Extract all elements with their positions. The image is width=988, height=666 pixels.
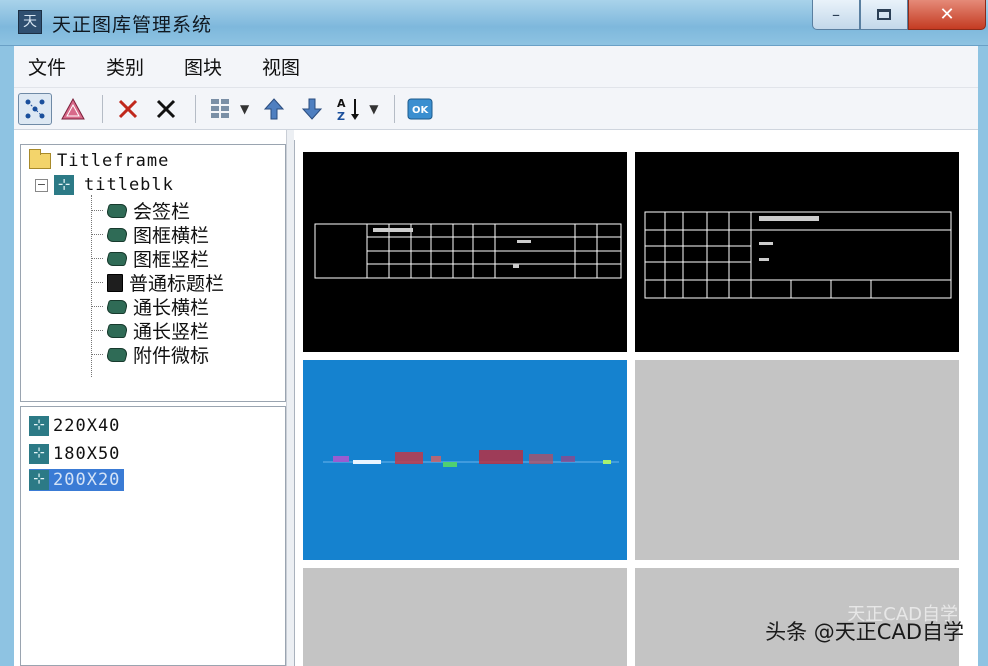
view-layout-button[interactable] bbox=[204, 93, 238, 125]
tree-node-label: titleblk bbox=[84, 175, 174, 195]
ok-icon: OK bbox=[407, 98, 433, 119]
tree-leaf-label: 图框横栏 bbox=[133, 225, 210, 247]
triangle-view-button[interactable] bbox=[56, 93, 90, 125]
app-logo-icon: 天 bbox=[18, 10, 42, 34]
book-icon bbox=[105, 299, 129, 314]
menu-category[interactable]: 类别 bbox=[102, 51, 148, 82]
folder-icon bbox=[29, 149, 51, 169]
watermark: 头条 @天正CAD自学 bbox=[765, 620, 964, 644]
move-down-button[interactable] bbox=[295, 93, 329, 125]
tree-leaf[interactable]: 通长横栏 bbox=[91, 293, 209, 320]
toolbar-separator bbox=[195, 94, 196, 123]
tree-leaf-label: 附件微标 bbox=[133, 345, 210, 367]
block-icon: ⊹ bbox=[54, 175, 74, 195]
window-frame-right bbox=[978, 46, 988, 666]
drawing-preview bbox=[323, 450, 619, 467]
tree-leaf-label: 通长竖栏 bbox=[133, 321, 210, 343]
list-item-label: 180X50 bbox=[53, 444, 121, 464]
view-layout-icon bbox=[211, 98, 229, 118]
list-item[interactable]: ⊹ 220X40 bbox=[29, 415, 124, 437]
book-icon bbox=[105, 227, 129, 242]
drawing-preview bbox=[644, 211, 952, 299]
menu-block[interactable]: 图块 bbox=[180, 51, 226, 82]
drawing-preview bbox=[314, 223, 622, 279]
preview-grid bbox=[294, 140, 974, 666]
window-controls: – ✕ bbox=[812, 0, 986, 32]
toolbar-separator bbox=[394, 94, 396, 123]
menu-bar: 文件 类别 图块 视图 bbox=[14, 46, 978, 88]
tree-leaf[interactable]: 图框横栏 bbox=[91, 221, 209, 248]
ok-button[interactable]: OK bbox=[403, 93, 437, 125]
tree-root[interactable]: Titleframe bbox=[29, 149, 170, 171]
preview-cell-empty[interactable] bbox=[635, 360, 959, 560]
sort-button[interactable]: A Z bbox=[333, 93, 367, 125]
list-item-label: 200X20 bbox=[53, 470, 121, 490]
svg-text:OK: OK bbox=[412, 105, 430, 116]
move-up-button[interactable] bbox=[257, 93, 291, 125]
toolbar: ▼ A Z ▼ OK bbox=[14, 88, 978, 130]
close-button[interactable]: ✕ bbox=[908, 0, 986, 30]
tree-leaf[interactable]: 附件微标 bbox=[91, 341, 209, 368]
menu-file[interactable]: 文件 bbox=[24, 51, 70, 82]
maximize-icon bbox=[877, 9, 891, 20]
tree-leaf[interactable]: 会签栏 bbox=[91, 197, 190, 224]
block-icon: ⊹ bbox=[29, 470, 49, 490]
tree-leaf-label: 图框竖栏 bbox=[133, 249, 210, 271]
preview-cell-empty[interactable] bbox=[303, 568, 627, 666]
select-mode-icon bbox=[25, 99, 45, 118]
maximize-button[interactable] bbox=[860, 0, 908, 30]
tree-node-titleblk[interactable]: − ⊹ titleblk bbox=[35, 175, 174, 195]
delete-black-icon bbox=[156, 99, 176, 118]
block-icon: ⊹ bbox=[29, 416, 49, 436]
menu-view[interactable]: 视图 bbox=[258, 51, 304, 82]
window-frame-left bbox=[0, 46, 14, 666]
delete-red-button[interactable] bbox=[111, 93, 145, 125]
move-up-icon bbox=[264, 97, 285, 119]
window-title: 天正图库管理系统 bbox=[52, 14, 213, 36]
sort-az-icon: A Z bbox=[337, 97, 360, 122]
svg-text:Z: Z bbox=[337, 110, 345, 122]
list-item-label: 220X40 bbox=[53, 416, 121, 436]
preview-cell-selected[interactable] bbox=[303, 360, 627, 560]
svg-text:A: A bbox=[337, 97, 346, 110]
tree-leaf-label: 会签栏 bbox=[133, 201, 191, 223]
block-list[interactable]: ⊹ 220X40 ⊹ 180X50 ⊹ 200X20 bbox=[20, 406, 286, 666]
preview-cell[interactable] bbox=[635, 152, 959, 352]
tree-leaf[interactable]: 通长竖栏 bbox=[91, 317, 209, 344]
book-icon bbox=[105, 251, 129, 266]
delete-black-button[interactable] bbox=[149, 93, 183, 125]
title-bar[interactable]: 天 天正图库管理系统 – ✕ bbox=[0, 0, 988, 46]
open-book-icon bbox=[107, 273, 123, 292]
tree-leaf[interactable]: 图框竖栏 bbox=[91, 245, 209, 272]
collapse-icon[interactable]: − bbox=[35, 178, 48, 192]
category-tree[interactable]: Titleframe − ⊹ titleblk 会签栏 图框横栏 图框竖栏 普通… bbox=[20, 144, 286, 402]
tree-leaf-label: 通长横栏 bbox=[133, 297, 210, 319]
tree-leaf[interactable]: 普通标题栏 bbox=[91, 269, 224, 296]
list-item-selected[interactable]: ⊹ 200X20 bbox=[29, 469, 125, 491]
toolbar-separator bbox=[102, 94, 103, 123]
book-icon bbox=[105, 347, 129, 362]
tree-leaf-label: 普通标题栏 bbox=[129, 273, 225, 295]
book-icon bbox=[105, 203, 129, 218]
chevron-down-icon[interactable]: ▼ bbox=[369, 102, 378, 116]
list-item[interactable]: ⊹ 180X50 bbox=[29, 443, 124, 465]
delete-red-icon bbox=[118, 99, 138, 118]
minimize-button[interactable]: – bbox=[812, 0, 860, 30]
pane-splitter[interactable] bbox=[286, 130, 294, 666]
book-icon bbox=[105, 323, 129, 338]
select-mode-button[interactable] bbox=[18, 92, 52, 125]
preview-cell[interactable] bbox=[303, 152, 627, 352]
block-icon: ⊹ bbox=[29, 444, 49, 464]
chevron-down-icon[interactable]: ▼ bbox=[240, 102, 249, 116]
tree-root-label: Titleframe bbox=[57, 151, 170, 171]
triangle-view-icon bbox=[61, 97, 85, 119]
move-down-icon bbox=[302, 98, 323, 120]
